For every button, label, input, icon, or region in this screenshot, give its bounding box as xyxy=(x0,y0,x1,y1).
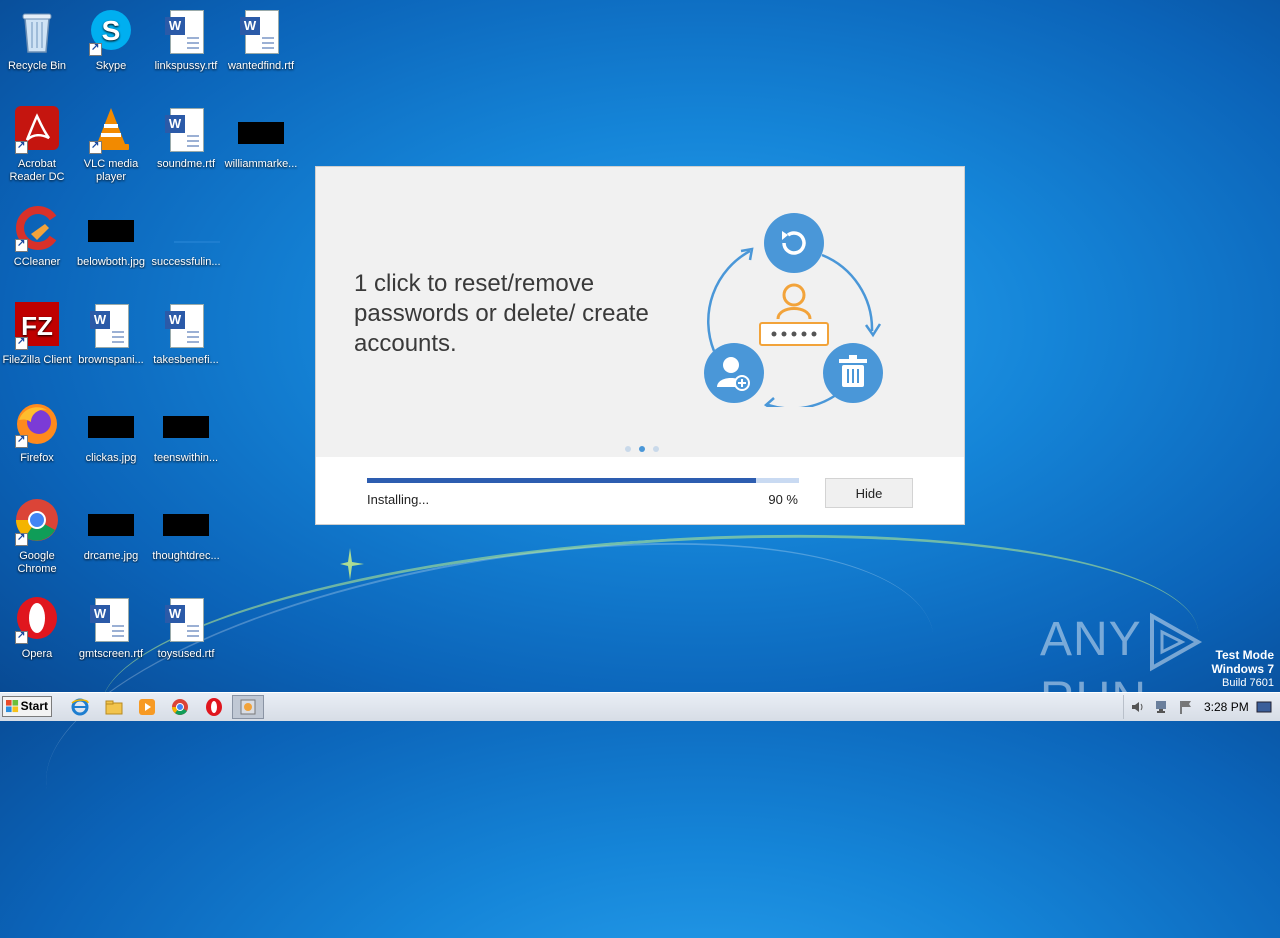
desktop-icon-chrome[interactable]: Google Chrome xyxy=(0,498,74,576)
play-logo-icon xyxy=(1149,612,1202,672)
desktop-icon-recycle-bin[interactable]: Recycle Bin xyxy=(0,8,74,73)
desktop-icon-teenswithin[interactable]: teenswithin... xyxy=(149,400,223,465)
system-tray: 3:28 PM xyxy=(1123,695,1278,719)
icon-label: teenswithin... xyxy=(153,452,219,464)
start-label: Start xyxy=(20,699,48,713)
clock[interactable]: 3:28 PM xyxy=(1204,700,1249,714)
icon-label: toysused.rtf xyxy=(157,648,215,660)
desktop-icon-soundme[interactable]: W soundme.rtf xyxy=(149,106,223,171)
reset-icon xyxy=(764,213,824,273)
desktop-icon-acrobat[interactable]: Acrobat Reader DC xyxy=(0,106,74,184)
icon-label: CCleaner xyxy=(13,256,61,268)
installer-window: 1 click to reset/remove passwords or del… xyxy=(315,166,965,525)
desktop-icon-ccleaner[interactable]: CCleaner xyxy=(0,204,74,269)
desktop-icon-williammarke[interactable]: williammarke... xyxy=(224,106,298,171)
carousel-panel: 1 click to reset/remove passwords or del… xyxy=(316,167,964,457)
taskbar: Start 3:28 PM xyxy=(0,692,1280,721)
test-mode-label: Test Mode xyxy=(1215,648,1274,662)
desktop-icon-gmtscreen[interactable]: W gmtscreen.rtf xyxy=(74,596,148,661)
action-center-flag-icon[interactable] xyxy=(1178,699,1194,715)
media-player-icon[interactable] xyxy=(137,697,157,717)
opera-icon[interactable] xyxy=(204,697,224,717)
desktop-icon-thoughtdrec[interactable]: thoughtdrec... xyxy=(149,498,223,563)
internet-explorer-icon[interactable] xyxy=(70,697,90,717)
desktop-icon-drcame[interactable]: drcame.jpg xyxy=(74,498,148,563)
desktop-icon-linkspussy[interactable]: W linkspussy.rtf xyxy=(149,8,223,73)
cycle-arrow-left xyxy=(707,249,751,352)
desktop-icon-wantedfind[interactable]: W wantedfind.rtf xyxy=(224,8,298,73)
icon-label: brownspani... xyxy=(78,354,144,366)
desktop-icon-firefox[interactable]: Firefox xyxy=(0,400,74,465)
start-button[interactable]: Start xyxy=(2,696,52,717)
carousel-dot[interactable] xyxy=(653,446,659,452)
carousel-dots xyxy=(621,439,663,457)
icon-label: successfulin... xyxy=(151,256,221,268)
trash-icon xyxy=(823,343,883,403)
cycle-arrow-right xyxy=(821,253,874,332)
desktop-icon-vlc[interactable]: VLC media player xyxy=(74,106,148,184)
desktop-icon-clickas[interactable]: clickas.jpg xyxy=(74,400,148,465)
install-status: Installing... xyxy=(367,492,430,507)
installer-app-icon xyxy=(240,699,256,715)
test-mode-notice: Test Mode Windows 7 Build 7601 xyxy=(1211,648,1274,690)
carousel-dot-active[interactable] xyxy=(639,446,645,452)
show-desktop-icon[interactable] xyxy=(1256,699,1272,715)
icon-label: FileZilla Client xyxy=(2,354,72,366)
icon-label: Google Chrome xyxy=(17,550,57,575)
icon-label: drcame.jpg xyxy=(83,550,139,562)
headline: 1 click to reset/remove passwords or del… xyxy=(354,270,649,357)
install-progress-bar xyxy=(367,478,799,483)
network-icon[interactable] xyxy=(1154,699,1170,715)
svg-text:S: S xyxy=(102,15,121,46)
desktop-icon-brownspani[interactable]: W brownspani... xyxy=(74,302,148,367)
icon-label: wantedfind.rtf xyxy=(227,60,295,72)
desktop-icon-opera[interactable]: Opera xyxy=(0,596,74,661)
user-password-icon xyxy=(759,283,829,346)
file-explorer-icon[interactable] xyxy=(104,697,124,717)
taskbar-active-installer[interactable] xyxy=(232,695,264,719)
icon-label: takesbenefi... xyxy=(153,354,219,366)
desktop-icon-takesbenefi[interactable]: W takesbenefi... xyxy=(149,302,223,367)
windows-flag-icon xyxy=(6,700,19,713)
desktop-icon-skype[interactable]: S Skype xyxy=(74,8,148,73)
icon-label: Recycle Bin xyxy=(7,60,67,72)
icon-label: Skype xyxy=(95,60,127,72)
volume-icon[interactable] xyxy=(1130,699,1146,715)
recycle-bin-icon xyxy=(22,13,52,53)
os-label: Windows 7 xyxy=(1211,662,1274,676)
icon-label: clickas.jpg xyxy=(85,452,137,464)
install-percent: 90 % xyxy=(768,492,798,507)
icon-label: belowboth.jpg xyxy=(77,256,145,268)
icon-label: soundme.rtf xyxy=(156,158,216,170)
install-progress-fill xyxy=(367,478,756,483)
carousel-dot[interactable] xyxy=(625,446,631,452)
desktop-icon-toysused[interactable]: W toysused.rtf xyxy=(149,596,223,661)
desktop-icon-successfulin[interactable]: successfulin... xyxy=(149,204,223,269)
wallpaper-sparkle xyxy=(340,548,364,580)
chrome-icon[interactable] xyxy=(170,697,190,717)
desktop-icon-filezilla[interactable]: FZ FileZilla Client xyxy=(0,302,74,367)
icon-label: gmtscreen.rtf xyxy=(78,648,144,660)
desktop-icon-belowboth[interactable]: belowboth.jpg xyxy=(74,204,148,269)
build-label: Build 7601 xyxy=(1222,677,1274,689)
icon-label: williammarke... xyxy=(224,158,298,170)
icon-label: thoughtdrec... xyxy=(152,550,220,562)
icon-label: Acrobat Reader DC xyxy=(9,158,65,183)
icon-label: Firefox xyxy=(20,452,54,464)
add-user-icon xyxy=(704,343,764,403)
account-cycle-illustration xyxy=(704,213,883,407)
hide-button[interactable]: Hide xyxy=(825,478,913,508)
icon-label: VLC media player xyxy=(83,158,139,183)
cycle-arrow-bottom xyxy=(767,393,837,407)
icon-label: Opera xyxy=(21,648,53,660)
icon-label: linkspussy.rtf xyxy=(154,60,218,72)
